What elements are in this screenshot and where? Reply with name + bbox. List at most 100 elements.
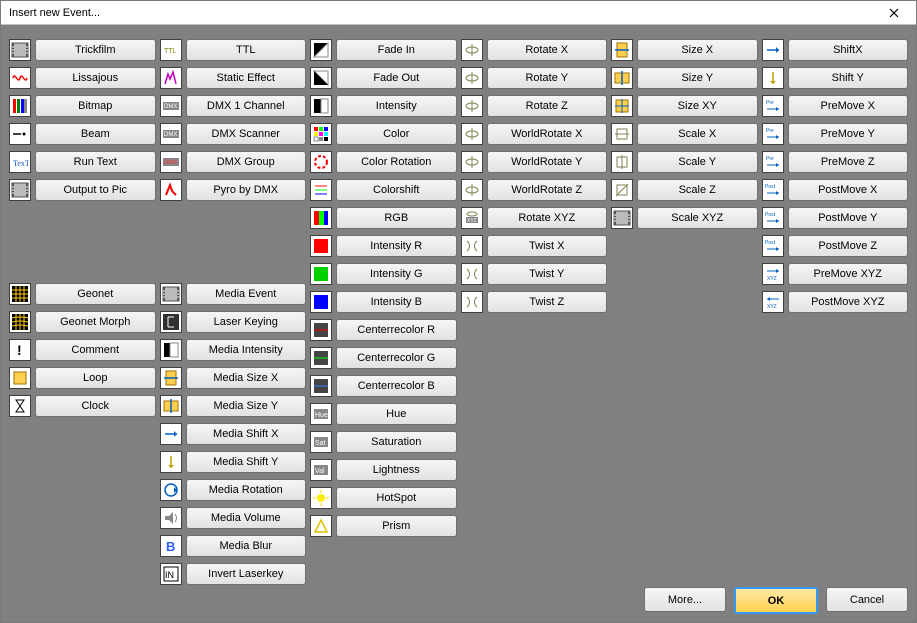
postmovez-button[interactable]: PostMove Z xyxy=(788,235,909,257)
shiftx-button[interactable]: ShiftX xyxy=(788,39,909,61)
colorshift-button[interactable]: Colorshift xyxy=(336,179,457,201)
laserkeying-button[interactable]: Laser Keying xyxy=(186,311,307,333)
scalez-row: Scale Z xyxy=(611,179,758,201)
mediaintensity-button[interactable]: Media Intensity xyxy=(186,339,307,361)
centerr-button[interactable]: Centerrecolor R xyxy=(336,319,457,341)
twistx-button[interactable]: Twist X xyxy=(487,235,608,257)
rotatey-button[interactable]: Rotate Y xyxy=(487,67,608,89)
saturation-button[interactable]: Saturation xyxy=(336,431,457,453)
outputtopic-button[interactable]: Output to Pic xyxy=(35,179,156,201)
fadein-button[interactable]: Fade In xyxy=(336,39,457,61)
svg-text:TexT: TexT xyxy=(13,159,29,168)
colorrotation-button[interactable]: Color Rotation xyxy=(336,151,457,173)
postmovex-button[interactable]: PostMove X xyxy=(788,179,909,201)
sizex-icon xyxy=(611,39,633,61)
scaley-button[interactable]: Scale Y xyxy=(637,151,758,173)
shifty-button[interactable]: Shift Y xyxy=(788,67,909,89)
beam-button[interactable]: Beam xyxy=(35,123,156,145)
lissajous-row: Lissajous xyxy=(9,67,156,89)
trickfilm-button[interactable]: Trickfilm xyxy=(35,39,156,61)
rgb-button[interactable]: RGB xyxy=(336,207,457,229)
scalex-button[interactable]: Scale X xyxy=(637,123,758,145)
twistz-button[interactable]: Twist Z xyxy=(487,291,608,313)
mediarotation-button[interactable]: Media Rotation xyxy=(186,479,307,501)
scalexyz-button[interactable]: Scale XYZ xyxy=(637,207,758,229)
loop-button[interactable]: Loop xyxy=(35,367,156,389)
centerg-row: Centerrecolor G xyxy=(310,347,457,369)
sizexy-button[interactable]: Size XY xyxy=(637,95,758,117)
mediashiftx-button[interactable]: Media Shift X xyxy=(186,423,307,445)
premovexyz-row: XYZPreMove XYZ xyxy=(762,263,909,285)
centerg-button[interactable]: Centerrecolor G xyxy=(336,347,457,369)
geonetmorph-button[interactable]: Geonet Morph xyxy=(35,311,156,333)
event-column: Rotate X Rotate Y Rotate Z WorldRotate X Wor… xyxy=(461,39,608,585)
prism-button[interactable]: Prism xyxy=(336,515,457,537)
lissajous-button[interactable]: Lissajous xyxy=(35,67,156,89)
sizex-button[interactable]: Size X xyxy=(637,39,758,61)
wrz-icon xyxy=(461,179,483,201)
bitmap-button[interactable]: Bitmap xyxy=(35,95,156,117)
scaley-row: Scale Y xyxy=(611,151,758,173)
premovez-button[interactable]: PreMove Z xyxy=(788,151,909,173)
rotatez-button[interactable]: Rotate Z xyxy=(487,95,608,117)
intensity-button[interactable]: Intensity xyxy=(336,95,457,117)
dmx1-button[interactable]: DMX 1 Channel xyxy=(186,95,307,117)
mediashifty-button[interactable]: Media Shift Y xyxy=(186,451,307,473)
invertlaserkey-button[interactable]: Invert Laserkey xyxy=(186,563,307,585)
wry-button[interactable]: WorldRotate Y xyxy=(487,151,608,173)
sizey-button[interactable]: Size Y xyxy=(637,67,758,89)
mediablur-button[interactable]: Media Blur xyxy=(186,535,307,557)
ok-button[interactable]: OK xyxy=(734,587,818,614)
dmxscanner-button[interactable]: DMX Scanner xyxy=(186,123,307,145)
bitmap-icon xyxy=(9,95,31,117)
more-button[interactable]: More... xyxy=(644,587,726,612)
postmovex-row: Post PostMove X xyxy=(762,179,909,201)
shiftx-row: ShiftX xyxy=(762,39,909,61)
mediasizey-button[interactable]: Media Size Y xyxy=(186,395,307,417)
lightness-button[interactable]: Lightness xyxy=(336,459,457,481)
wrz-button[interactable]: WorldRotate Z xyxy=(487,179,608,201)
scalex-icon xyxy=(611,123,633,145)
mediavolume-button[interactable]: Media Volume xyxy=(186,507,307,529)
color-button[interactable]: Color xyxy=(336,123,457,145)
hotspot-button[interactable]: HotSpot xyxy=(336,487,457,509)
sizey-row: Size Y xyxy=(611,67,758,89)
postmovexyz-button[interactable]: PostMove XYZ xyxy=(788,291,909,313)
fadeout-button[interactable]: Fade Out xyxy=(336,67,457,89)
prism-icon xyxy=(310,515,332,537)
rotatex-button[interactable]: Rotate X xyxy=(487,39,608,61)
postmovexyz-row: XYZ PostMove XYZ xyxy=(762,291,909,313)
wrx-button[interactable]: WorldRotate X xyxy=(487,123,608,145)
premovez-icon: Pre xyxy=(762,151,784,173)
hue-button[interactable]: Hue xyxy=(336,403,457,425)
twisty-button[interactable]: Twist Y xyxy=(487,263,608,285)
sizex-row: Size X xyxy=(611,39,758,61)
premovex-button[interactable]: PreMove X xyxy=(788,95,909,117)
twistz-row: Twist Z xyxy=(461,291,608,313)
scalez-button[interactable]: Scale Z xyxy=(637,179,758,201)
intb-button[interactable]: Intensity B xyxy=(336,291,457,313)
svg-text:Pre: Pre xyxy=(766,128,774,134)
close-button[interactable] xyxy=(874,2,914,24)
staticeffect-button[interactable]: Static Effect xyxy=(186,67,307,89)
cancel-button[interactable]: Cancel xyxy=(826,587,908,612)
dmxgroup-button[interactable]: DMX Group xyxy=(186,151,307,173)
premovexyz-button[interactable]: PreMove XYZ xyxy=(788,263,909,285)
runtext-button[interactable]: Run Text xyxy=(35,151,156,173)
clock-button[interactable]: Clock xyxy=(35,395,156,417)
intg-button[interactable]: Intensity G xyxy=(336,263,457,285)
postmovey-button[interactable]: PostMove Y xyxy=(788,207,909,229)
intr-button[interactable]: Intensity R xyxy=(336,235,457,257)
mediasizex-button[interactable]: Media Size X xyxy=(186,367,307,389)
centerb-button[interactable]: Centerrecolor B xyxy=(336,375,457,397)
svg-text:Post: Post xyxy=(765,184,776,190)
mediaevent-button[interactable]: Media Event xyxy=(186,283,307,305)
ttl-button[interactable]: TTL xyxy=(186,39,307,61)
rxyz-button[interactable]: Rotate XYZ xyxy=(487,207,608,229)
pyrodmx-button[interactable]: Pyro by DMX xyxy=(186,179,307,201)
svg-text:Sat: Sat xyxy=(315,440,326,447)
geonet-button[interactable]: Geonet xyxy=(35,283,156,305)
premovey-button[interactable]: PreMove Y xyxy=(788,123,909,145)
comment-button[interactable]: Comment xyxy=(35,339,156,361)
svg-text:XYZ: XYZ xyxy=(767,304,777,310)
